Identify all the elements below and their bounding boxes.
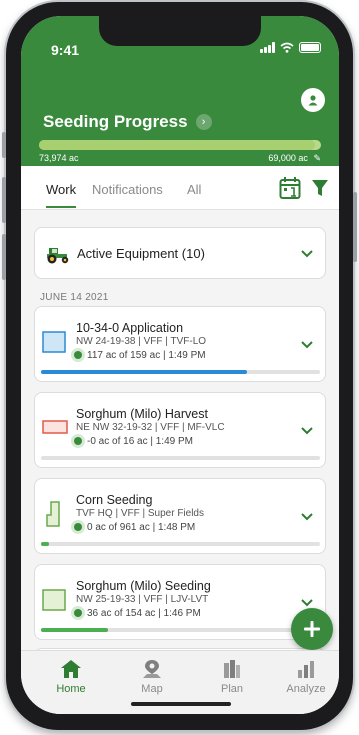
job-stat: 117 ac of 159 ac | 1:49 PM xyxy=(87,350,206,361)
wifi-icon xyxy=(280,42,294,53)
job-stat: 0 ac of 961 ac | 1:48 PM xyxy=(87,522,196,533)
job-card[interactable]: 10-34-0 Application NW 24-19-38 | VFF | … xyxy=(34,306,326,382)
seeding-progress-fill xyxy=(39,140,316,150)
status-dot-icon xyxy=(74,523,82,531)
progress-current-label: 73,974 ac xyxy=(39,153,79,163)
signal-icon xyxy=(260,42,275,53)
active-equipment-label: Active Equipment (10) xyxy=(77,246,205,261)
edit-pencil-icon[interactable]: ✎ xyxy=(313,153,321,163)
nav-plan-label: Plan xyxy=(220,683,244,695)
job-title: Sorghum (Milo) Seeding xyxy=(76,579,211,593)
job-subtitle: NE NW 32-19-32 | VFF | MF-VLC xyxy=(76,422,225,433)
field-boundary-icon xyxy=(42,420,68,434)
nav-map-label: Map xyxy=(141,683,163,695)
analyze-icon xyxy=(298,661,314,678)
map-pin-icon xyxy=(143,660,161,678)
plan-icon xyxy=(224,660,240,678)
job-card[interactable]: Sorghum (Milo) Harvest NE NW 32-19-32 | … xyxy=(34,392,326,468)
home-indicator xyxy=(131,702,231,706)
battery-icon xyxy=(299,42,321,53)
phone-frame: 9:41 Seeding Progress › 73,974 ac 69,000… xyxy=(2,2,357,730)
tab-work[interactable]: Work xyxy=(46,182,76,197)
job-progress-bar xyxy=(41,628,320,632)
page-title: Seeding Progress xyxy=(43,112,188,131)
app-screen: 9:41 Seeding Progress › 73,974 ac 69,000… xyxy=(21,16,339,714)
job-progress-bar xyxy=(41,370,320,374)
job-card[interactable]: Corn Seeding TVF HQ | VFF | Super Fields… xyxy=(34,478,326,554)
job-title: 10-34-0 Application xyxy=(76,321,184,335)
home-icon xyxy=(61,660,81,678)
job-title: Corn Seeding xyxy=(76,493,153,507)
job-progress-fill xyxy=(41,542,50,546)
chevron-down-icon[interactable] xyxy=(301,341,313,349)
chevron-right-icon: › xyxy=(195,114,212,130)
volume-up-button xyxy=(2,177,6,223)
add-button[interactable] xyxy=(291,608,333,650)
profile-icon[interactable] xyxy=(301,88,325,112)
job-stat: -0 ac of 16 ac | 1:49 PM xyxy=(87,436,193,447)
field-boundary-icon xyxy=(42,331,66,353)
status-dot-icon xyxy=(74,609,82,617)
plus-icon xyxy=(304,621,320,637)
active-equipment-card[interactable]: Active Equipment (10) xyxy=(34,227,326,279)
nav-home[interactable]: Home xyxy=(41,659,101,695)
status-time: 9:41 xyxy=(51,42,80,58)
active-tab-indicator xyxy=(46,206,76,208)
date-header: JUNE 14 2021 xyxy=(40,292,109,303)
seeding-progress-link[interactable]: Seeding Progress › xyxy=(43,112,212,132)
work-list: Active Equipment (10) JUNE 14 2021 10-34… xyxy=(21,210,339,650)
camera-notch xyxy=(99,16,261,46)
filter-icon[interactable] xyxy=(311,178,329,198)
job-card[interactable]: Sorghum (Milo) Seeding NW 25-19-33 | VFF… xyxy=(34,564,326,640)
tractor-icon xyxy=(47,248,69,264)
job-progress-fill xyxy=(41,370,248,374)
nav-map[interactable]: Map xyxy=(122,659,182,695)
volume-down-button xyxy=(2,234,6,280)
nav-analyze-label: Analyze xyxy=(286,683,326,695)
mute-switch xyxy=(2,132,6,158)
job-subtitle: NW 25-19-33 | VFF | LJV-LVT xyxy=(76,594,209,605)
chevron-down-icon[interactable] xyxy=(301,599,313,607)
job-progress-fill xyxy=(41,628,108,632)
status-dot-icon xyxy=(74,351,82,359)
calendar-icon[interactable] xyxy=(279,176,301,200)
tab-all[interactable]: All xyxy=(187,182,201,197)
nav-analyze[interactable]: Analyze xyxy=(276,659,336,695)
tab-bar: Work Notifications All xyxy=(21,166,339,210)
job-subtitle: TVF HQ | VFF | Super Fields xyxy=(76,508,204,519)
status-dot-icon xyxy=(74,437,82,445)
job-progress-bar xyxy=(41,456,320,460)
chevron-down-icon[interactable] xyxy=(301,513,313,521)
field-boundary-icon xyxy=(42,589,66,611)
job-stat: 36 ac of 154 ac | 1:46 PM xyxy=(87,608,201,619)
chevron-down-icon[interactable] xyxy=(301,250,313,258)
seeding-progress-bar xyxy=(39,140,321,150)
progress-target-label: 69,000 ac xyxy=(268,153,308,163)
field-boundary-icon xyxy=(46,501,60,527)
chevron-down-icon[interactable] xyxy=(301,427,313,435)
progress-labels: 73,974 ac 69,000 ac ✎ xyxy=(39,153,321,164)
status-bar: 9:41 xyxy=(21,16,339,58)
job-title: Sorghum (Milo) Harvest xyxy=(76,407,208,421)
nav-plan[interactable]: Plan xyxy=(202,659,262,695)
tab-notifications[interactable]: Notifications xyxy=(92,182,163,197)
power-button xyxy=(353,192,357,262)
status-icons xyxy=(260,42,321,53)
progress-target[interactable]: 69,000 ac ✎ xyxy=(268,153,321,164)
nav-home-label: Home xyxy=(56,683,86,695)
job-subtitle: NW 24-19-38 | VFF | TVF-LO xyxy=(76,336,207,347)
app-header: 9:41 Seeding Progress › 73,974 ac 69,000… xyxy=(21,16,339,166)
job-progress-bar xyxy=(41,542,320,546)
